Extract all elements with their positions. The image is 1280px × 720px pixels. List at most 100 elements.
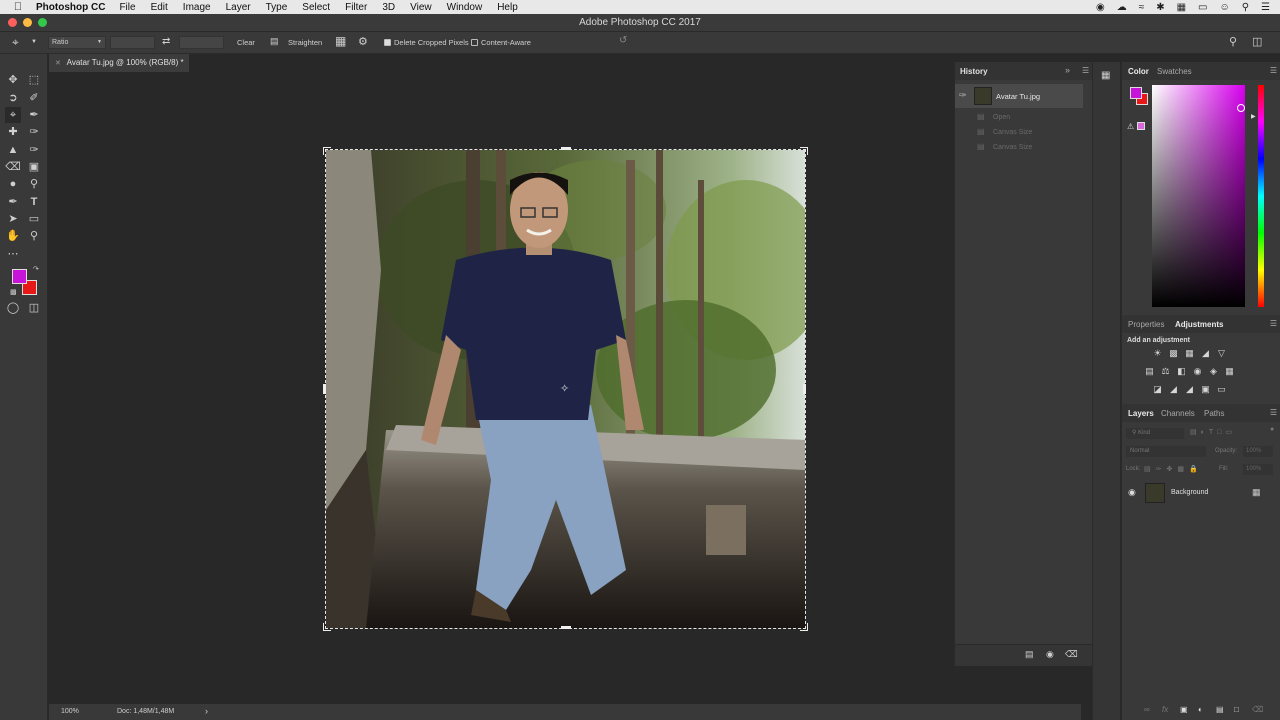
reset-icon[interactable]: ↺ bbox=[619, 35, 627, 46]
healing-brush-tool-icon[interactable]: ✚ bbox=[5, 124, 21, 140]
crop-handle-bottom-right[interactable] bbox=[800, 623, 808, 631]
menu-select[interactable]: Select bbox=[302, 2, 330, 13]
zoom-level[interactable]: 100% bbox=[61, 708, 79, 715]
selective-color-icon[interactable]: ▣ bbox=[1200, 384, 1211, 395]
crop-handle-bottom[interactable] bbox=[561, 626, 571, 629]
crop-handle-left[interactable] bbox=[323, 384, 326, 394]
app-menu[interactable]: Photoshop CC bbox=[36, 2, 105, 13]
new-document-from-state-icon[interactable]: ▤ bbox=[1025, 649, 1034, 660]
crop-tool-icon[interactable]: ⌖ bbox=[5, 107, 21, 123]
crop-handle-top[interactable] bbox=[561, 147, 571, 150]
content-aware-checkbox[interactable] bbox=[471, 39, 478, 46]
tab-color[interactable]: Color bbox=[1128, 67, 1149, 76]
camera-icon[interactable]: ◉ bbox=[1046, 649, 1054, 660]
crop-handle-top-left[interactable] bbox=[323, 147, 331, 155]
photo-filter-icon[interactable]: ◉ bbox=[1192, 366, 1203, 377]
new-layer-icon[interactable]: □ bbox=[1234, 705, 1239, 714]
tab-channels[interactable]: Channels bbox=[1161, 409, 1195, 418]
crop-handle-top-right[interactable] bbox=[800, 147, 808, 155]
blur-tool-icon[interactable]: ● bbox=[5, 176, 21, 192]
layer-filter-icons[interactable]: ▤◐T□▭ bbox=[1190, 428, 1236, 436]
record-icon[interactable]: ◉ bbox=[1096, 2, 1105, 13]
opacity-input[interactable]: 100% bbox=[1243, 446, 1273, 457]
hue-saturation-icon[interactable]: ▤ bbox=[1144, 366, 1155, 377]
clone-stamp-tool-icon[interactable]: ▲ bbox=[5, 142, 21, 158]
spotlight-icon[interactable]: ⚲ bbox=[1242, 2, 1249, 13]
trash-icon[interactable]: ⌫ bbox=[1252, 705, 1263, 714]
panel-menu-icon[interactable]: ☰ bbox=[1270, 66, 1277, 75]
quick-select-tool-icon[interactable]: ✐ bbox=[26, 90, 42, 106]
tab-layers[interactable]: Layers bbox=[1128, 409, 1154, 418]
panel-menu-icon[interactable]: ☰ bbox=[1082, 66, 1089, 75]
tab-properties[interactable]: Properties bbox=[1128, 320, 1164, 329]
quick-mask-icon[interactable]: ◯ bbox=[5, 300, 21, 316]
color-foreground-swatch[interactable] bbox=[1130, 87, 1142, 99]
search-icon[interactable]: ⚲ bbox=[1229, 35, 1237, 48]
battery-icon[interactable]: ▭ bbox=[1198, 2, 1207, 13]
notification-center-icon[interactable]: ☰ bbox=[1261, 2, 1270, 13]
swap-colors-icon[interactable]: ↷ bbox=[33, 265, 39, 273]
invert-icon[interactable]: ◪ bbox=[1152, 384, 1163, 395]
input-source-icon[interactable]: ▦ bbox=[1177, 2, 1186, 13]
hue-slider-handle[interactable]: ▶ bbox=[1251, 113, 1256, 120]
swap-dimensions-icon[interactable]: ⇄ bbox=[162, 36, 170, 47]
creative-cloud-icon[interactable]: ☁ bbox=[1117, 2, 1127, 13]
path-select-tool-icon[interactable]: ➤ bbox=[5, 211, 21, 227]
history-step[interactable]: ▤ Canvas Size bbox=[955, 140, 1083, 155]
menu-help[interactable]: Help bbox=[497, 2, 518, 13]
filter-toggle-icon[interactable]: ● bbox=[1270, 426, 1274, 433]
workspace-icon[interactable]: ◫ bbox=[1252, 35, 1262, 48]
hand-tool-icon[interactable]: ✋ bbox=[5, 228, 21, 244]
close-icon[interactable]: ✕ bbox=[55, 60, 61, 67]
color-lookup-icon[interactable]: ▦ bbox=[1224, 366, 1235, 377]
tab-history[interactable]: History bbox=[960, 67, 988, 76]
panel-menu-icon[interactable]: ☰ bbox=[1270, 319, 1277, 328]
bluetooth-icon[interactable]: ✱ bbox=[1156, 2, 1164, 13]
warning-icon[interactable]: ⚠ bbox=[1127, 122, 1134, 131]
history-brush-source-icon[interactable]: ✑ bbox=[959, 90, 967, 101]
lasso-tool-icon[interactable]: ➲ bbox=[5, 90, 21, 106]
chevron-right-icon[interactable]: › bbox=[205, 706, 208, 716]
clear-button[interactable]: Clear bbox=[237, 38, 255, 47]
lock-options-icons[interactable]: ▤✑✥▦🔒 bbox=[1144, 465, 1203, 473]
menu-type[interactable]: Type bbox=[266, 2, 288, 13]
add-mask-icon[interactable]: ▣ bbox=[1180, 705, 1188, 714]
gradient-map-icon[interactable]: ▭ bbox=[1216, 384, 1227, 395]
lock-icon[interactable]: ▦ bbox=[1252, 487, 1261, 498]
crop-handle-bottom-left[interactable] bbox=[323, 623, 331, 631]
chevron-down-icon[interactable]: ▼ bbox=[31, 39, 37, 45]
wifi-icon[interactable]: ≈ bbox=[1139, 2, 1145, 13]
eyedropper-tool-icon[interactable]: ✒ bbox=[26, 107, 42, 123]
crop-height-input[interactable] bbox=[179, 36, 224, 49]
menu-3d[interactable]: 3D bbox=[382, 2, 395, 13]
tab-paths[interactable]: Paths bbox=[1204, 409, 1224, 418]
channel-mixer-icon[interactable]: ◈ bbox=[1208, 366, 1219, 377]
collapse-panel-icon[interactable]: » bbox=[1065, 65, 1070, 75]
screen-mode-icon[interactable]: ◫ bbox=[26, 300, 42, 316]
tab-swatches[interactable]: Swatches bbox=[1157, 67, 1192, 76]
gear-icon[interactable]: ⚙ bbox=[358, 35, 368, 48]
history-panel-icon[interactable]: ▦ bbox=[1101, 70, 1110, 81]
hue-slider[interactable] bbox=[1258, 85, 1264, 307]
eraser-tool-icon[interactable]: ⌫ bbox=[5, 159, 21, 175]
blend-mode-select[interactable]: Normal bbox=[1126, 446, 1206, 457]
overlay-grid-icon[interactable]: ▦ bbox=[335, 34, 346, 48]
straighten-icon[interactable]: ▤ bbox=[270, 36, 279, 47]
curves-icon[interactable]: ▦ bbox=[1184, 348, 1195, 359]
menu-layer[interactable]: Layer bbox=[226, 2, 251, 13]
brightness-contrast-icon[interactable]: ☀ bbox=[1152, 348, 1163, 359]
menu-file[interactable]: File bbox=[119, 2, 135, 13]
menu-edit[interactable]: Edit bbox=[151, 2, 168, 13]
tab-adjustments[interactable]: Adjustments bbox=[1175, 320, 1223, 329]
more-tools-icon[interactable]: ⋯ bbox=[5, 246, 21, 262]
document-tab[interactable]: ✕ Avatar Tu.jpg @ 100% (RGB/8) * bbox=[49, 54, 189, 72]
type-tool-icon[interactable]: T bbox=[26, 194, 42, 210]
zoom-tool-icon[interactable]: ⚲ bbox=[26, 228, 42, 244]
dodge-tool-icon[interactable]: ⚲ bbox=[26, 176, 42, 192]
menu-window[interactable]: Window bbox=[447, 2, 483, 13]
fx-icon[interactable]: fx bbox=[1162, 705, 1168, 714]
rectangle-tool-icon[interactable]: ▭ bbox=[26, 211, 42, 227]
delete-cropped-checkbox[interactable] bbox=[384, 39, 391, 46]
trash-icon[interactable]: ⌫ bbox=[1065, 649, 1078, 660]
folder-icon[interactable]: ▤ bbox=[1216, 705, 1224, 714]
